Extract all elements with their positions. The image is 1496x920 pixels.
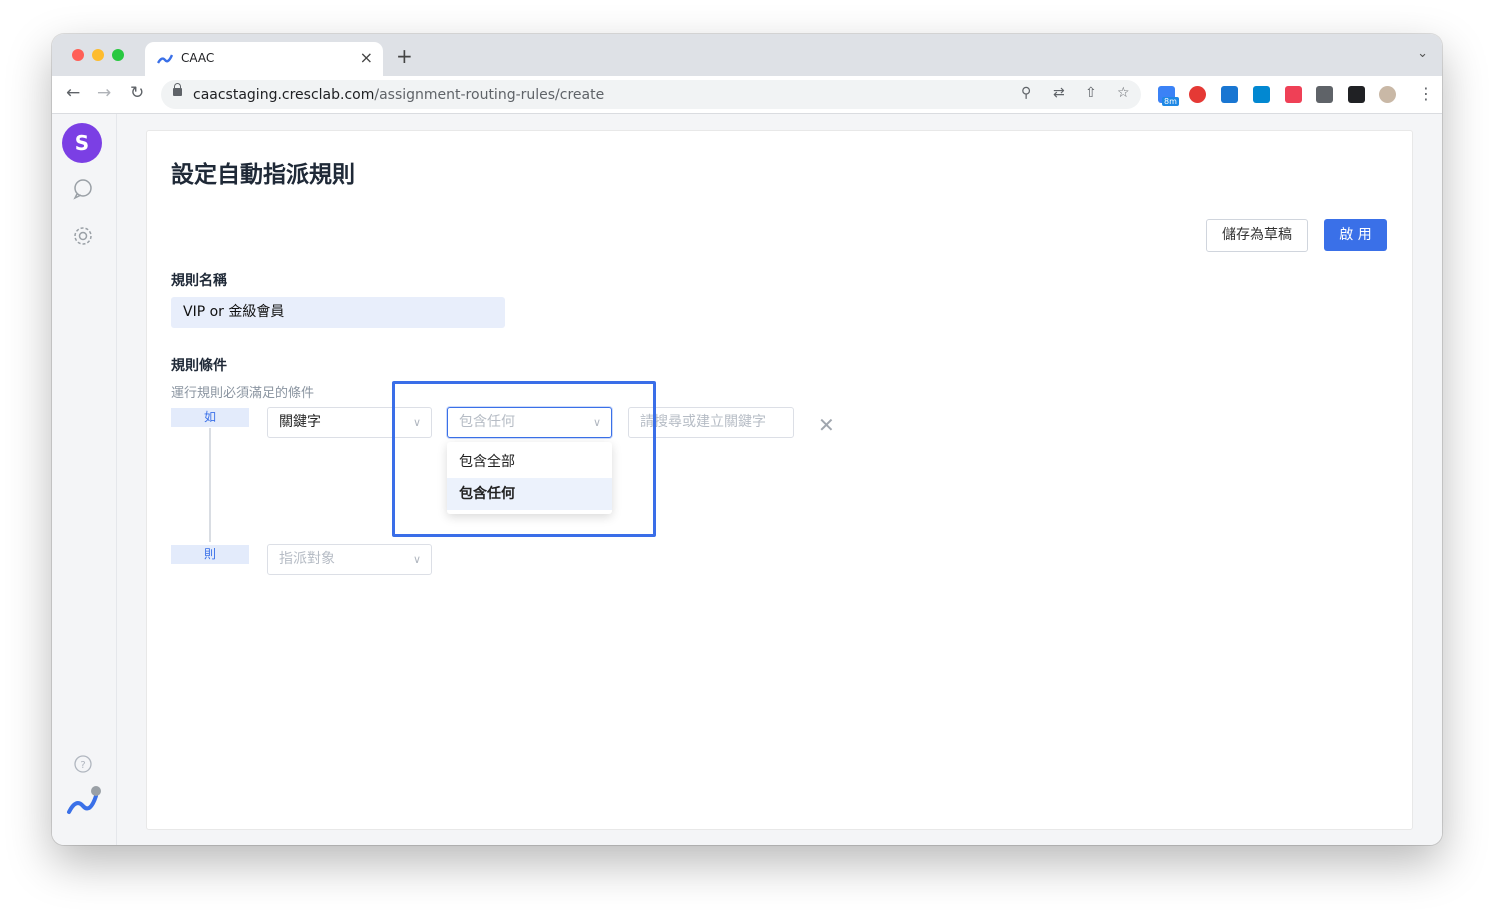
save-draft-button[interactable]: 儲存為草稿 <box>1206 219 1308 252</box>
browser-toolbar: ← → ↻ caacstaging.cresclab.com/assignmen… <box>52 76 1442 114</box>
blue-extension-icon[interactable] <box>1221 86 1238 103</box>
side-panel-icon[interactable] <box>1348 86 1365 103</box>
rule-name-label: 規則名稱 <box>171 273 227 289</box>
then-tag: 則 <box>171 545 249 564</box>
main-content: 設定自動指派規則 儲存為草稿 啟 用 規則名稱 VIP or 金級會員 規則條件… <box>117 114 1442 845</box>
keyword-placeholder: 請搜尋或建立關鍵字 <box>640 414 766 430</box>
chat-icon[interactable] <box>72 178 94 200</box>
annotation-highlight-box <box>392 381 656 537</box>
tab-strip: CAAC × + ⌄ <box>52 34 1442 76</box>
extension-badge: 8m <box>1162 97 1179 106</box>
enable-button[interactable]: 啟 用 <box>1324 219 1387 251</box>
translate-icon[interactable]: ⇄ <box>1053 85 1065 101</box>
lock-icon <box>173 83 182 96</box>
condition-connector-line <box>209 428 211 542</box>
forward-arrow-icon[interactable]: → <box>97 83 111 103</box>
close-window-button[interactable] <box>72 49 84 61</box>
cresclab-favicon-icon <box>157 54 173 64</box>
browser-window: CAAC × + ⌄ ← → ↻ caacstaging.cresclab.co… <box>52 34 1442 845</box>
more-menu-icon[interactable]: ⋮ <box>1418 84 1434 103</box>
brand-logo[interactable]: S <box>62 123 102 163</box>
profile-avatar[interactable] <box>1379 86 1396 103</box>
rule-form-card: 設定自動指派規則 儲存為草稿 啟 用 規則名稱 VIP or 金級會員 規則條件… <box>146 130 1413 830</box>
conditions-hint: 運行規則必須滿足的條件 <box>171 386 315 401</box>
settings-gear-icon[interactable] <box>72 225 94 247</box>
if-tag: 如 <box>171 408 249 427</box>
assign-target-select[interactable]: 指派對象 ∨ <box>267 544 432 575</box>
key-icon[interactable]: ⚲ <box>1021 85 1031 101</box>
condition-type-value: 關鍵字 <box>279 414 321 430</box>
assign-placeholder: 指派對象 <box>279 551 335 567</box>
rule-name-input[interactable]: VIP or 金級會員 <box>171 297 505 328</box>
conditions-label: 規則條件 <box>171 358 227 374</box>
chevron-down-icon: ∨ <box>412 553 421 566</box>
new-tab-button[interactable]: + <box>396 44 413 68</box>
tab-search-chevron-icon[interactable]: ⌄ <box>1417 46 1428 61</box>
page-title: 設定自動指派規則 <box>171 162 355 188</box>
workspace-logo-icon[interactable] <box>66 786 102 818</box>
url-text: caacstaging.cresclab.com/assignment-rout… <box>193 87 605 103</box>
s-extension-icon[interactable] <box>1253 86 1270 103</box>
pocket-icon[interactable] <box>1285 86 1302 103</box>
share-icon[interactable]: ⇧ <box>1085 85 1097 101</box>
maximize-window-button[interactable] <box>112 49 124 61</box>
minimize-window-button[interactable] <box>92 49 104 61</box>
tab-title: CAAC <box>181 51 215 65</box>
tab-close-icon[interactable]: × <box>360 48 373 67</box>
puzzle-extensions-icon[interactable] <box>1316 86 1333 103</box>
left-rail: S ? <box>52 114 117 845</box>
bookmark-star-icon[interactable]: ☆ <box>1117 85 1130 101</box>
browser-tab[interactable]: CAAC × <box>145 42 383 76</box>
svg-text:?: ? <box>80 760 85 771</box>
remove-condition-close-icon[interactable]: ✕ <box>818 413 835 437</box>
help-icon[interactable]: ? <box>72 753 94 775</box>
reload-icon[interactable]: ↻ <box>130 83 144 103</box>
back-arrow-icon[interactable]: ← <box>66 83 80 103</box>
red-extension-icon[interactable] <box>1189 86 1206 103</box>
address-bar[interactable]: caacstaging.cresclab.com/assignment-rout… <box>161 80 1141 109</box>
